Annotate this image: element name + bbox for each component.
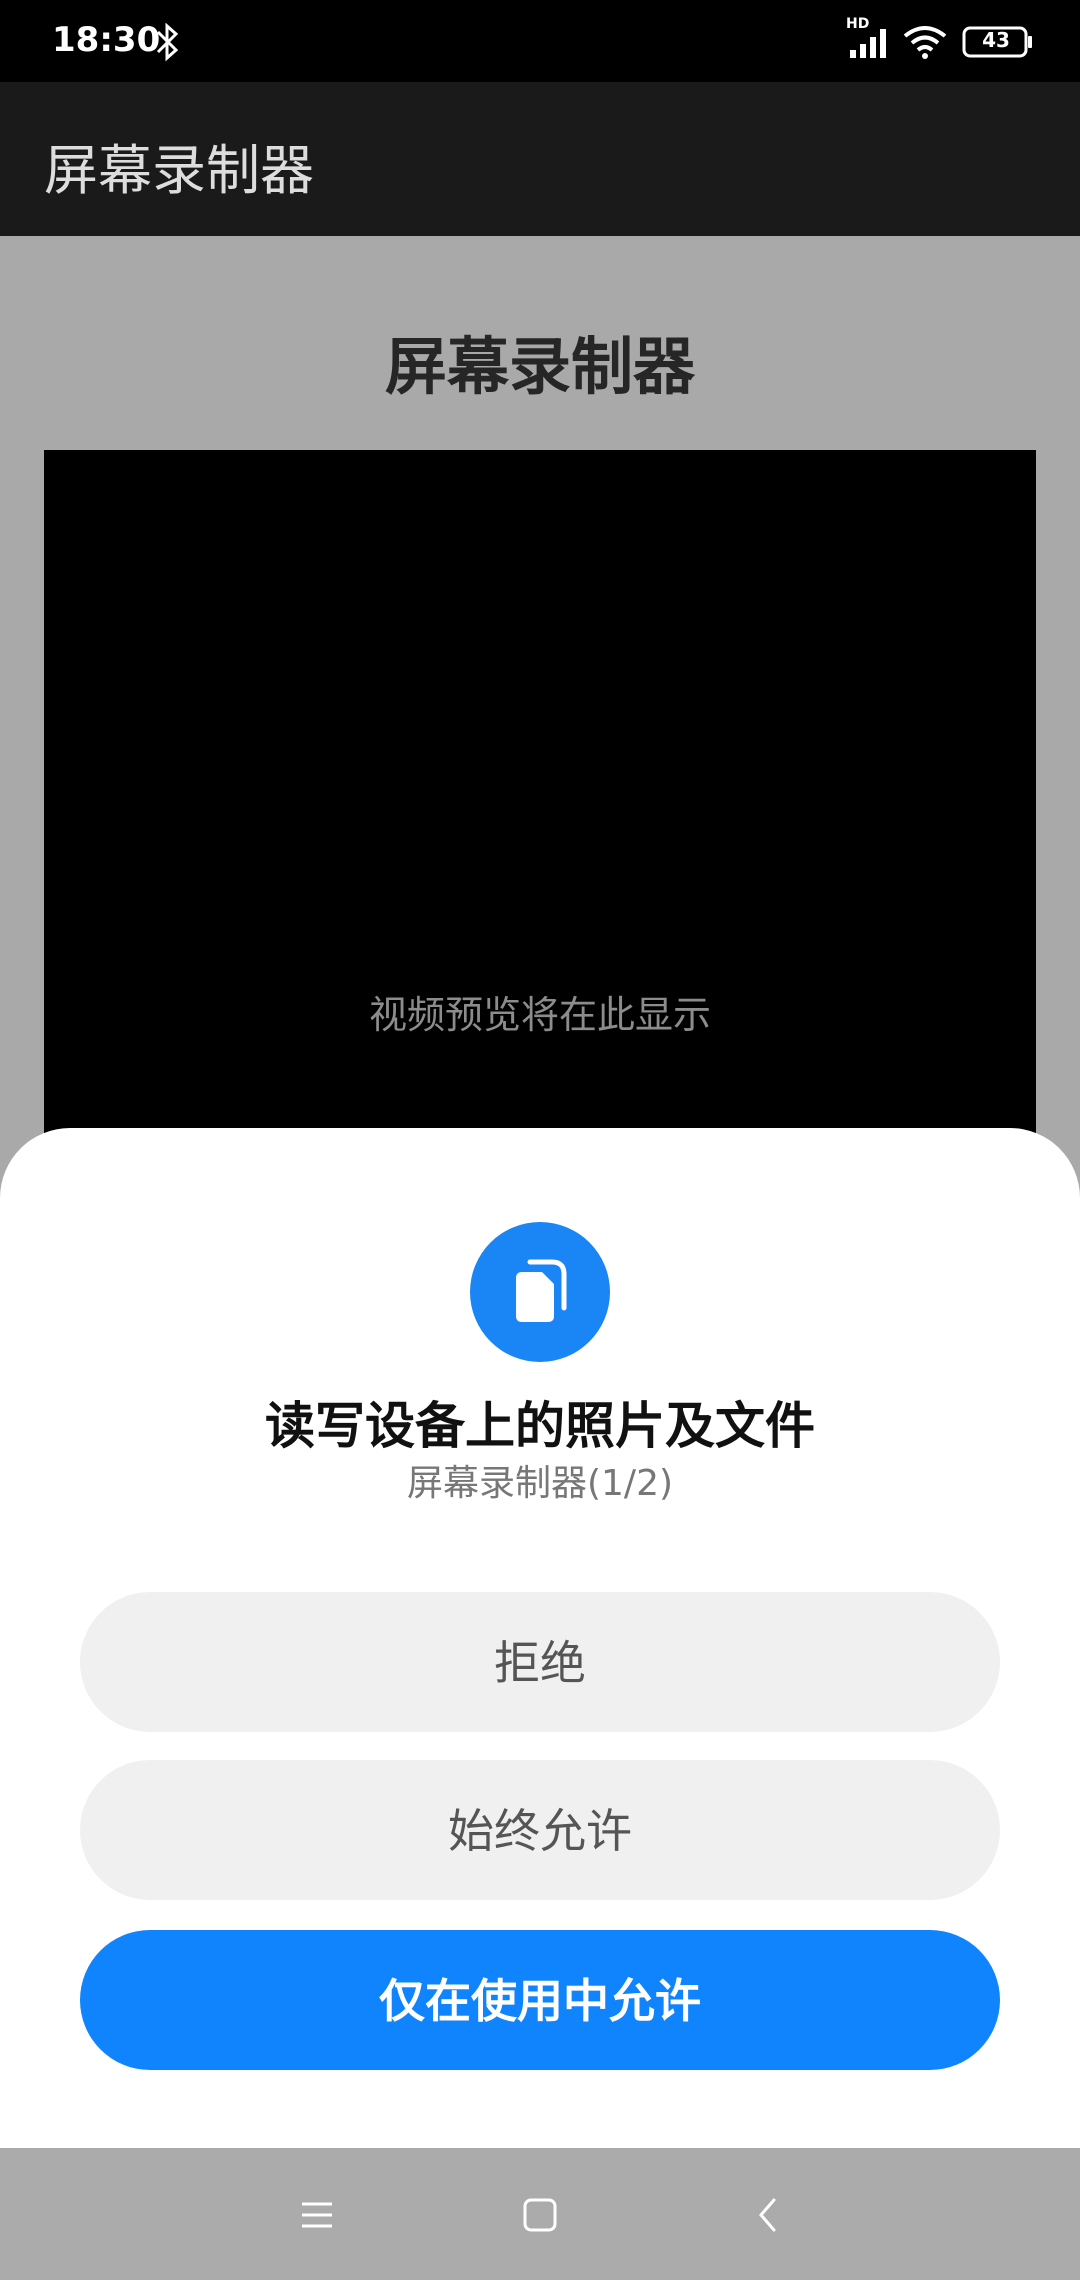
permission-subtitle: 屏幕录制器(1/2)	[406, 1463, 674, 1504]
preview-placeholder: 视频预览将在此显示	[368, 993, 711, 1037]
permission-title: 读写设备上的照片及文件	[265, 1397, 815, 1455]
back-icon[interactable]	[744, 2190, 794, 2240]
permission-icon	[470, 1222, 610, 1362]
status-time: 18:30	[52, 20, 161, 60]
files-icon	[516, 1259, 567, 1322]
page-heading: 屏幕录制器	[384, 330, 695, 403]
status-bar: 18:30 HD 43	[0, 0, 1080, 82]
bluetooth-icon	[156, 22, 179, 62]
app-bar: 屏幕录制器	[0, 82, 1080, 236]
app-bar-title: 屏幕录制器	[44, 139, 314, 202]
signal-icon	[850, 29, 886, 58]
home-icon[interactable]	[515, 2190, 565, 2240]
menu-icon[interactable]	[292, 2190, 342, 2240]
allow-while-using-button[interactable]: 仅在使用中允许	[80, 1930, 1000, 2070]
battery-level: 43	[982, 28, 1010, 52]
always-allow-button[interactable]: 始终允许	[80, 1760, 1000, 1900]
navigation-bar	[0, 2148, 1080, 2280]
wifi-icon	[903, 26, 947, 59]
deny-button[interactable]: 拒绝	[80, 1592, 1000, 1732]
permission-dialog: 读写设备上的照片及文件 屏幕录制器(1/2) 拒绝 始终允许 仅在使用中允许	[0, 1128, 1080, 2148]
